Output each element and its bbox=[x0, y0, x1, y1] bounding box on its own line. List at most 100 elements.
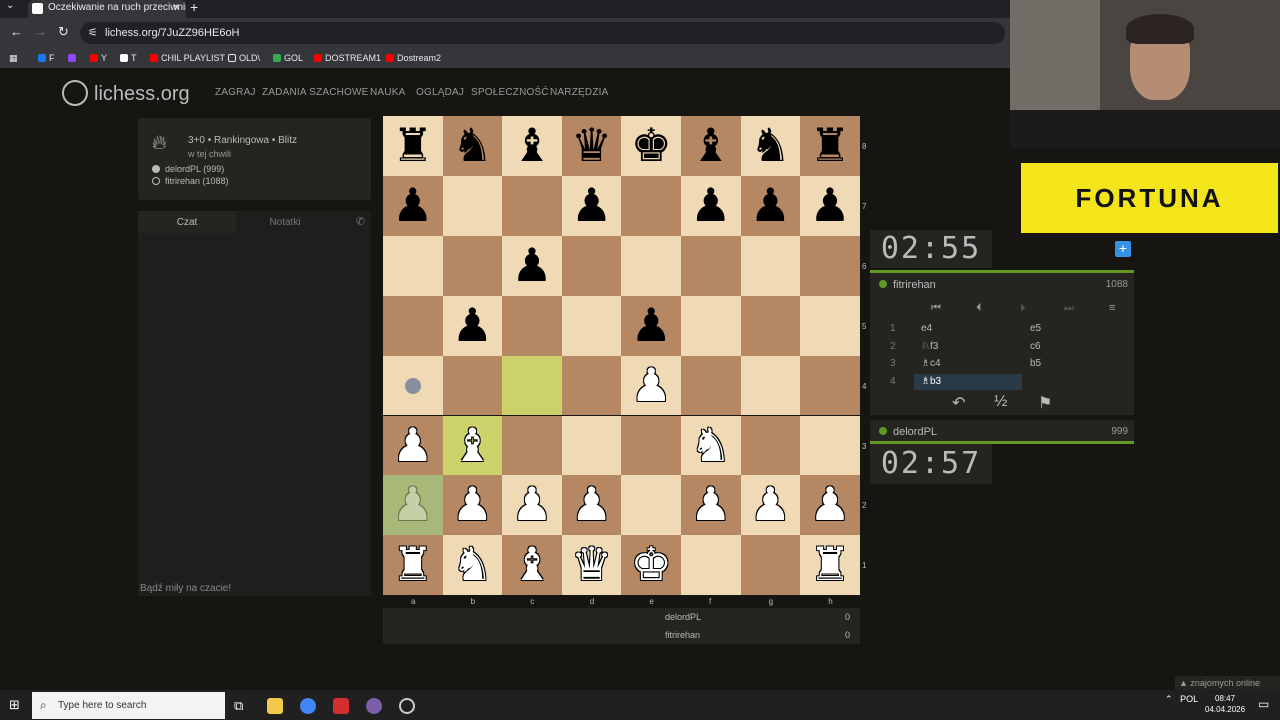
move-black[interactable]: c6 bbox=[1030, 341, 1041, 352]
square-f1[interactable] bbox=[681, 535, 741, 596]
white-knight-f3[interactable]: ♞ bbox=[681, 416, 741, 476]
white-pawn-c2[interactable]: ♟ bbox=[502, 475, 562, 535]
black-pawn-e5[interactable]: ♟ bbox=[621, 296, 681, 356]
app-circle-icon[interactable] bbox=[399, 698, 415, 714]
square-c3[interactable] bbox=[502, 415, 562, 476]
offer-draw-button[interactable]: ½ bbox=[994, 393, 1007, 411]
chat-input[interactable]: Bądź miły na czacie! bbox=[138, 578, 371, 598]
white-rook-a1[interactable]: ♜ bbox=[383, 535, 443, 595]
bookmark-dostream2[interactable]: Dostream2 bbox=[386, 53, 441, 63]
white-pawn-f2[interactable]: ♟ bbox=[681, 475, 741, 535]
square-g5[interactable] bbox=[740, 295, 801, 356]
url-field[interactable]: ⚟ lichess.org/7JuZZ96HE6oH bbox=[80, 22, 1005, 44]
square-d3[interactable] bbox=[561, 415, 622, 476]
move-white[interactable]: ♗c4 bbox=[921, 358, 941, 369]
black-pawn-d7[interactable]: ♟ bbox=[562, 176, 622, 236]
square-f6[interactable] bbox=[681, 235, 741, 296]
chess-board[interactable]: ♜ ♞ ♝ ♛ ♚ ♝ ♞ ♜ ♟ ♟ ♟ ♟ ♟ ♟ ♟ ♟ ♟ ♟ ♝ ♞ ♟ ♟ ♟ ♟ ♟ ♟ ♟ ♜ ♞ ♝ ♛ ♚ ♜ 8 7 6 5 4 3 2… bbox=[383, 116, 866, 606]
bookmark-chil-playlist[interactable]: CHIL PLAYLIST bbox=[150, 53, 225, 63]
file-explorer-icon[interactable] bbox=[267, 698, 283, 714]
bookmark-twitch[interactable] bbox=[68, 53, 79, 63]
black-bishop-c8[interactable]: ♝ bbox=[502, 116, 562, 176]
black-queen-d8[interactable]: ♛ bbox=[562, 116, 622, 176]
tray-arrow-icon[interactable]: ⌃ bbox=[1165, 694, 1173, 704]
white-player[interactable]: delordPL (999) bbox=[152, 164, 224, 174]
black-rook-a8[interactable]: ♜ bbox=[383, 116, 443, 176]
forward-icon[interactable]: → bbox=[34, 24, 47, 39]
black-pawn-b5[interactable]: ♟ bbox=[443, 296, 503, 356]
white-pawn-d2[interactable]: ♟ bbox=[562, 475, 622, 535]
black-knight-g8[interactable]: ♞ bbox=[741, 116, 801, 176]
close-tab-icon[interactable]: × bbox=[173, 0, 180, 14]
square-e2[interactable] bbox=[621, 475, 681, 536]
bookmark-x[interactable]: T bbox=[120, 53, 137, 63]
tab-notes[interactable]: Notatki bbox=[236, 211, 334, 233]
black-king-e8[interactable]: ♚ bbox=[621, 116, 681, 176]
friends-online-button[interactable]: ▲ znajomych online bbox=[1175, 676, 1280, 690]
menu-puzzles[interactable]: ZADANIA SZACHOWE bbox=[262, 87, 369, 98]
move-dest-dot[interactable] bbox=[405, 377, 421, 394]
task-view-icon[interactable]: ⧉ bbox=[234, 698, 243, 714]
reload-icon[interactable]: ↻ bbox=[58, 24, 69, 40]
white-bishop-b3[interactable]: ♝ bbox=[443, 416, 503, 476]
black-pawn-g7[interactable]: ♟ bbox=[741, 176, 801, 236]
square-f4[interactable] bbox=[681, 355, 741, 416]
square-e7[interactable] bbox=[621, 175, 681, 236]
white-bishop-c1[interactable]: ♝ bbox=[502, 535, 562, 595]
bookmark-dostream1[interactable]: DOSTREAM1 bbox=[314, 53, 381, 63]
square-c4[interactable] bbox=[502, 355, 562, 416]
square-g4[interactable] bbox=[740, 355, 801, 416]
square-c5[interactable] bbox=[502, 295, 562, 356]
menu-icon[interactable]: ≡ bbox=[1109, 302, 1115, 314]
phone-icon[interactable]: ✆ bbox=[356, 215, 365, 228]
menu-community[interactable]: SPOŁECZNOŚĆ bbox=[471, 87, 549, 98]
black-pawn-h7[interactable]: ♟ bbox=[800, 176, 860, 236]
black-pawn-a7[interactable]: ♟ bbox=[383, 176, 443, 236]
white-king-e1[interactable]: ♚ bbox=[621, 535, 681, 595]
move-white-current[interactable]: ♗b3 bbox=[921, 376, 941, 387]
first-move-icon[interactable]: ⏮ bbox=[931, 302, 941, 315]
square-e6[interactable] bbox=[621, 235, 681, 296]
tab-chat[interactable]: Czat bbox=[138, 211, 236, 233]
square-b4[interactable] bbox=[442, 355, 503, 416]
square-b7[interactable] bbox=[442, 175, 503, 236]
black-knight-b8[interactable]: ♞ bbox=[443, 116, 503, 176]
white-pawn-b2[interactable]: ♟ bbox=[443, 475, 503, 535]
bookmark-old[interactable]: OLD\ bbox=[228, 53, 260, 63]
chrome-icon[interactable] bbox=[300, 698, 316, 714]
square-a6[interactable] bbox=[383, 235, 443, 296]
new-tab-icon[interactable]: + bbox=[190, 0, 198, 15]
move-black[interactable]: b5 bbox=[1030, 358, 1041, 369]
add-time-button[interactable]: + bbox=[1115, 241, 1131, 257]
black-rook-h8[interactable]: ♜ bbox=[800, 116, 860, 176]
back-icon[interactable]: ← bbox=[10, 24, 23, 39]
square-e3[interactable] bbox=[621, 415, 681, 476]
black-player[interactable]: fitrirehan (1088) bbox=[152, 176, 229, 186]
square-h6[interactable] bbox=[800, 235, 860, 296]
square-h5[interactable] bbox=[800, 295, 860, 356]
white-pawn-a3[interactable]: ♟ bbox=[383, 416, 443, 476]
menu-watch[interactable]: OGLĄDAJ bbox=[416, 87, 464, 98]
white-pawn-g2[interactable]: ♟ bbox=[741, 475, 801, 535]
white-knight-b1[interactable]: ♞ bbox=[443, 535, 503, 595]
white-pawn-h2[interactable]: ♟ bbox=[800, 475, 860, 535]
takeback-button[interactable]: ↶ bbox=[952, 393, 965, 413]
white-pawn-e4[interactable]: ♟ bbox=[621, 356, 681, 416]
prev-move-icon[interactable]: ⏴ bbox=[976, 302, 982, 315]
square-g1[interactable] bbox=[740, 535, 801, 596]
taskbar-search[interactable]: ⌕ Type here to search bbox=[32, 692, 225, 719]
black-bishop-f8[interactable]: ♝ bbox=[681, 116, 741, 176]
menu-learn[interactable]: NAUKA bbox=[370, 87, 405, 98]
notifications-icon[interactable]: ▭ bbox=[1258, 697, 1269, 711]
bookmark-facebook[interactable]: F bbox=[38, 53, 55, 63]
lichess-logo[interactable]: lichess.org bbox=[62, 80, 190, 106]
square-g6[interactable] bbox=[740, 235, 801, 296]
move-white[interactable]: ♘f3 bbox=[921, 341, 938, 352]
windows-start-icon[interactable]: ⊞ bbox=[9, 697, 20, 713]
white-rook-h1[interactable]: ♜ bbox=[800, 535, 860, 595]
last-move-icon[interactable]: ⏭ bbox=[1064, 302, 1074, 315]
opponent-player[interactable]: fitrirehan 1088 bbox=[870, 273, 1134, 297]
language-indicator[interactable]: POL bbox=[1180, 694, 1198, 704]
square-g3[interactable] bbox=[740, 415, 801, 476]
square-c7[interactable] bbox=[502, 175, 562, 236]
